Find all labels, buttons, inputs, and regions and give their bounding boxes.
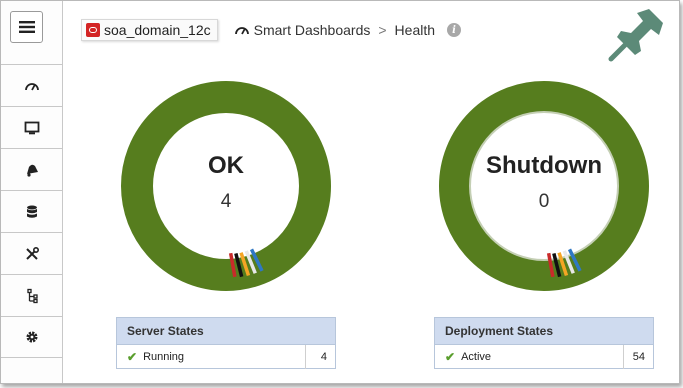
breadcrumb-bar: soa_domain_12c Smart Dashboards > Health…	[81, 18, 462, 42]
health-gauge-servers[interactable]: OK 4	[121, 81, 331, 291]
sidebar-item-alerts[interactable]	[1, 148, 62, 190]
alerts-bell-icon	[26, 164, 38, 177]
table-title: Server States	[117, 318, 335, 345]
check-icon: ✔	[445, 350, 456, 364]
gauge-count: 0	[538, 191, 550, 212]
gauge-ring	[439, 81, 649, 291]
database-icon	[26, 205, 37, 218]
hierarchy-icon	[26, 288, 38, 303]
breadcrumb-smart-dashboards[interactable]: Smart Dashboards	[254, 22, 371, 38]
hamburger-icon	[18, 21, 35, 33]
sidebar-item-topology[interactable]	[1, 274, 62, 316]
row-label: Active	[461, 351, 492, 363]
tools-icon	[25, 246, 39, 260]
oracle-logo-icon	[86, 23, 100, 37]
table-row[interactable]: ✔ Running 4	[117, 345, 335, 369]
domain-selector[interactable]: soa_domain_12c	[81, 19, 218, 41]
health-gauge-deployments[interactable]: Shutdown 0	[439, 81, 649, 291]
gauge-status-label: OK	[208, 152, 244, 179]
sidebar-item-settings[interactable]	[1, 316, 62, 358]
sidebar-item-monitor[interactable]	[1, 106, 62, 148]
sidebar	[1, 1, 63, 383]
sidebar-item-tools[interactable]	[1, 232, 62, 274]
server-states-table: Server States ✔ Running 4	[116, 317, 336, 369]
dashboard-gauge-icon	[24, 82, 39, 90]
domain-name: soa_domain_12c	[104, 22, 211, 38]
table-row[interactable]: ✔ Active 54	[435, 345, 653, 369]
deployment-states-table: Deployment States ✔ Active 54	[434, 317, 654, 369]
pin-icon[interactable]	[607, 7, 665, 63]
app-window: soa_domain_12c Smart Dashboards > Health…	[0, 0, 680, 384]
dashboard-gauge-icon	[234, 27, 249, 35]
gauge-ring	[121, 81, 331, 291]
hamburger-menu-button[interactable]	[10, 11, 43, 43]
row-count: 54	[623, 345, 653, 369]
breadcrumb-separator: >	[378, 22, 387, 38]
table-title: Deployment States	[435, 318, 653, 345]
row-count: 4	[305, 345, 335, 369]
monitor-icon	[24, 121, 39, 134]
breadcrumb-current: Health	[394, 22, 436, 38]
check-icon: ✔	[127, 350, 138, 364]
row-label: Running	[143, 351, 185, 363]
gear-icon	[26, 331, 37, 343]
info-icon[interactable]: i	[447, 23, 462, 37]
gauge-count: 4	[220, 191, 232, 212]
sidebar-item-database[interactable]	[1, 190, 62, 232]
gauge-status-label: Shutdown	[486, 152, 602, 179]
sidebar-item-dashboards[interactable]	[1, 64, 62, 106]
